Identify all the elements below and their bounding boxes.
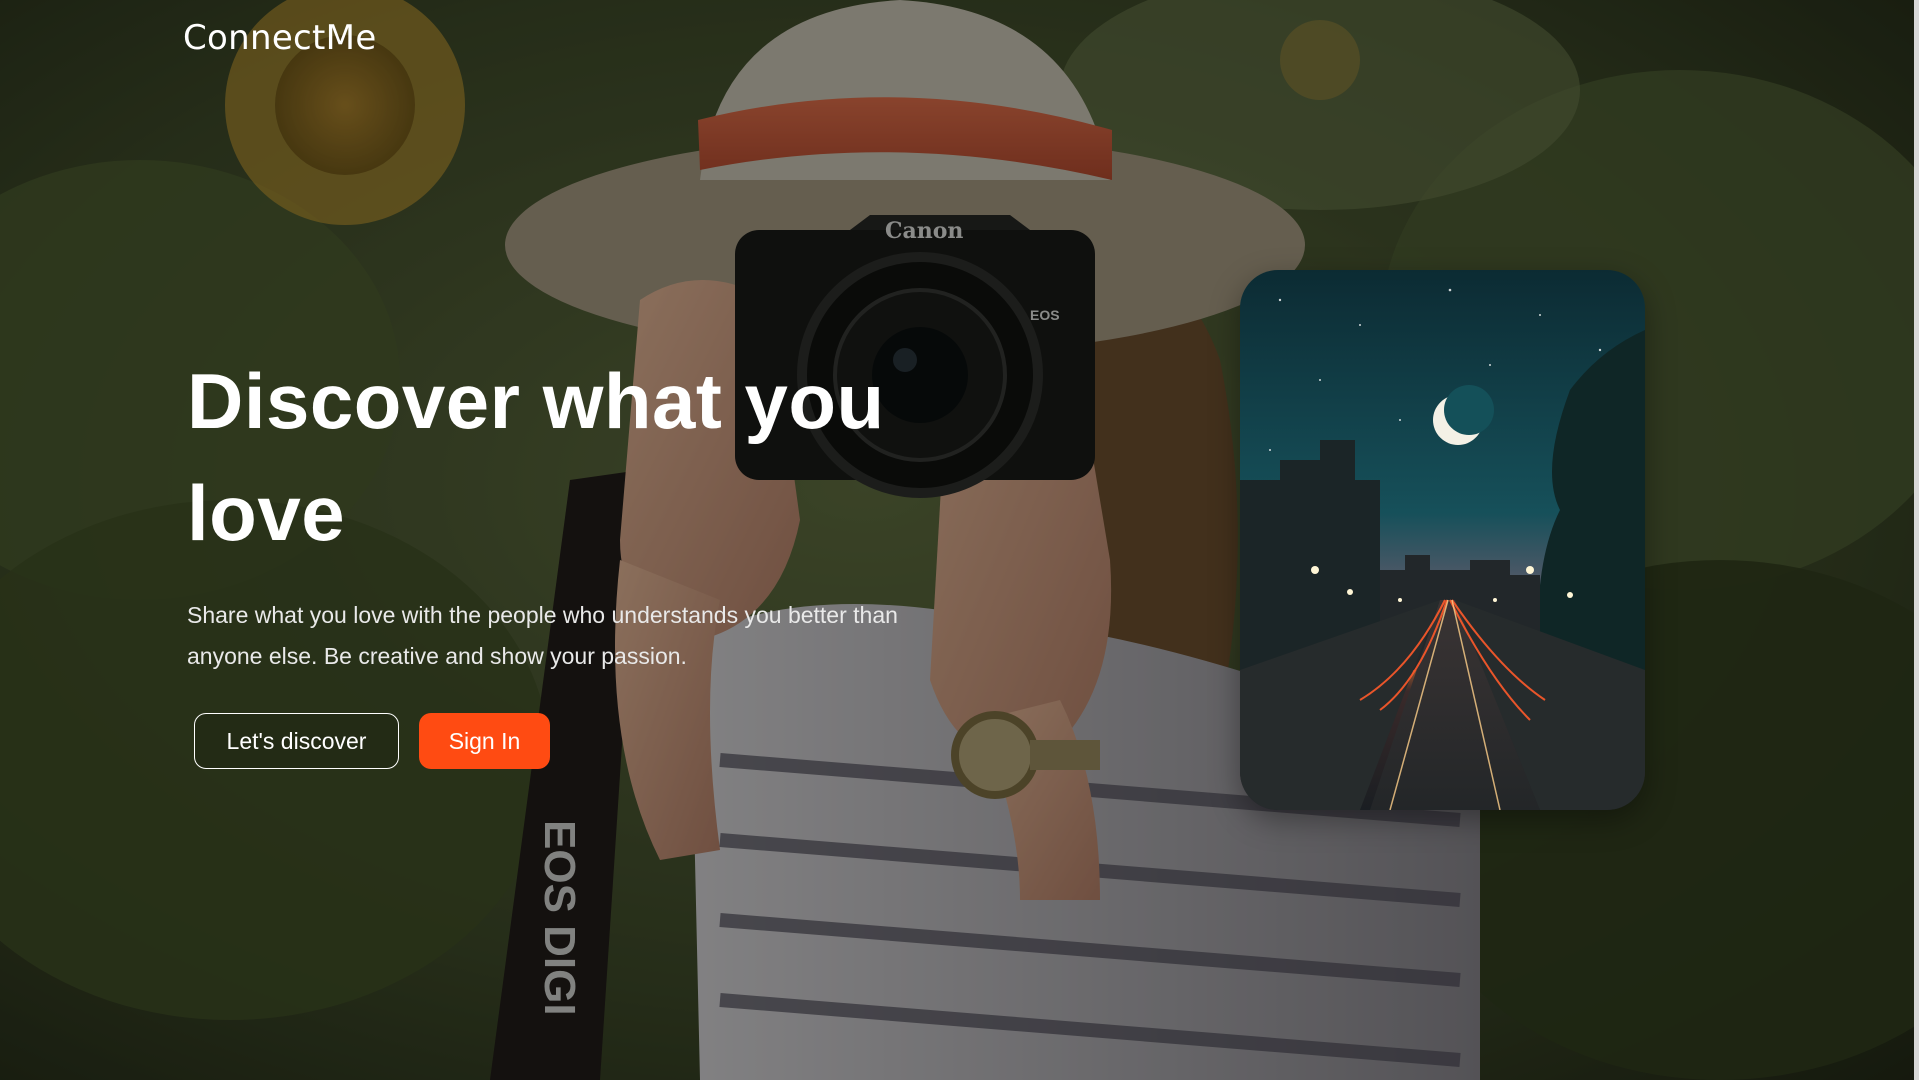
hero-content: Discover what you love Share what you lo… [187,345,947,769]
discover-button[interactable]: Let's discover [194,713,399,769]
featured-photo-card [1240,270,1645,810]
hero-actions: Let's discover Sign In [187,713,947,769]
scrollbar[interactable] [1914,0,1919,1080]
hero-subtitle: Share what you love with the people who … [187,602,898,669]
sign-in-button[interactable]: Sign In [419,713,550,769]
brand-logo[interactable]: ConnectMe [183,18,377,58]
hero-title: Discover what you love [187,357,885,557]
night-street-image [1240,270,1645,810]
